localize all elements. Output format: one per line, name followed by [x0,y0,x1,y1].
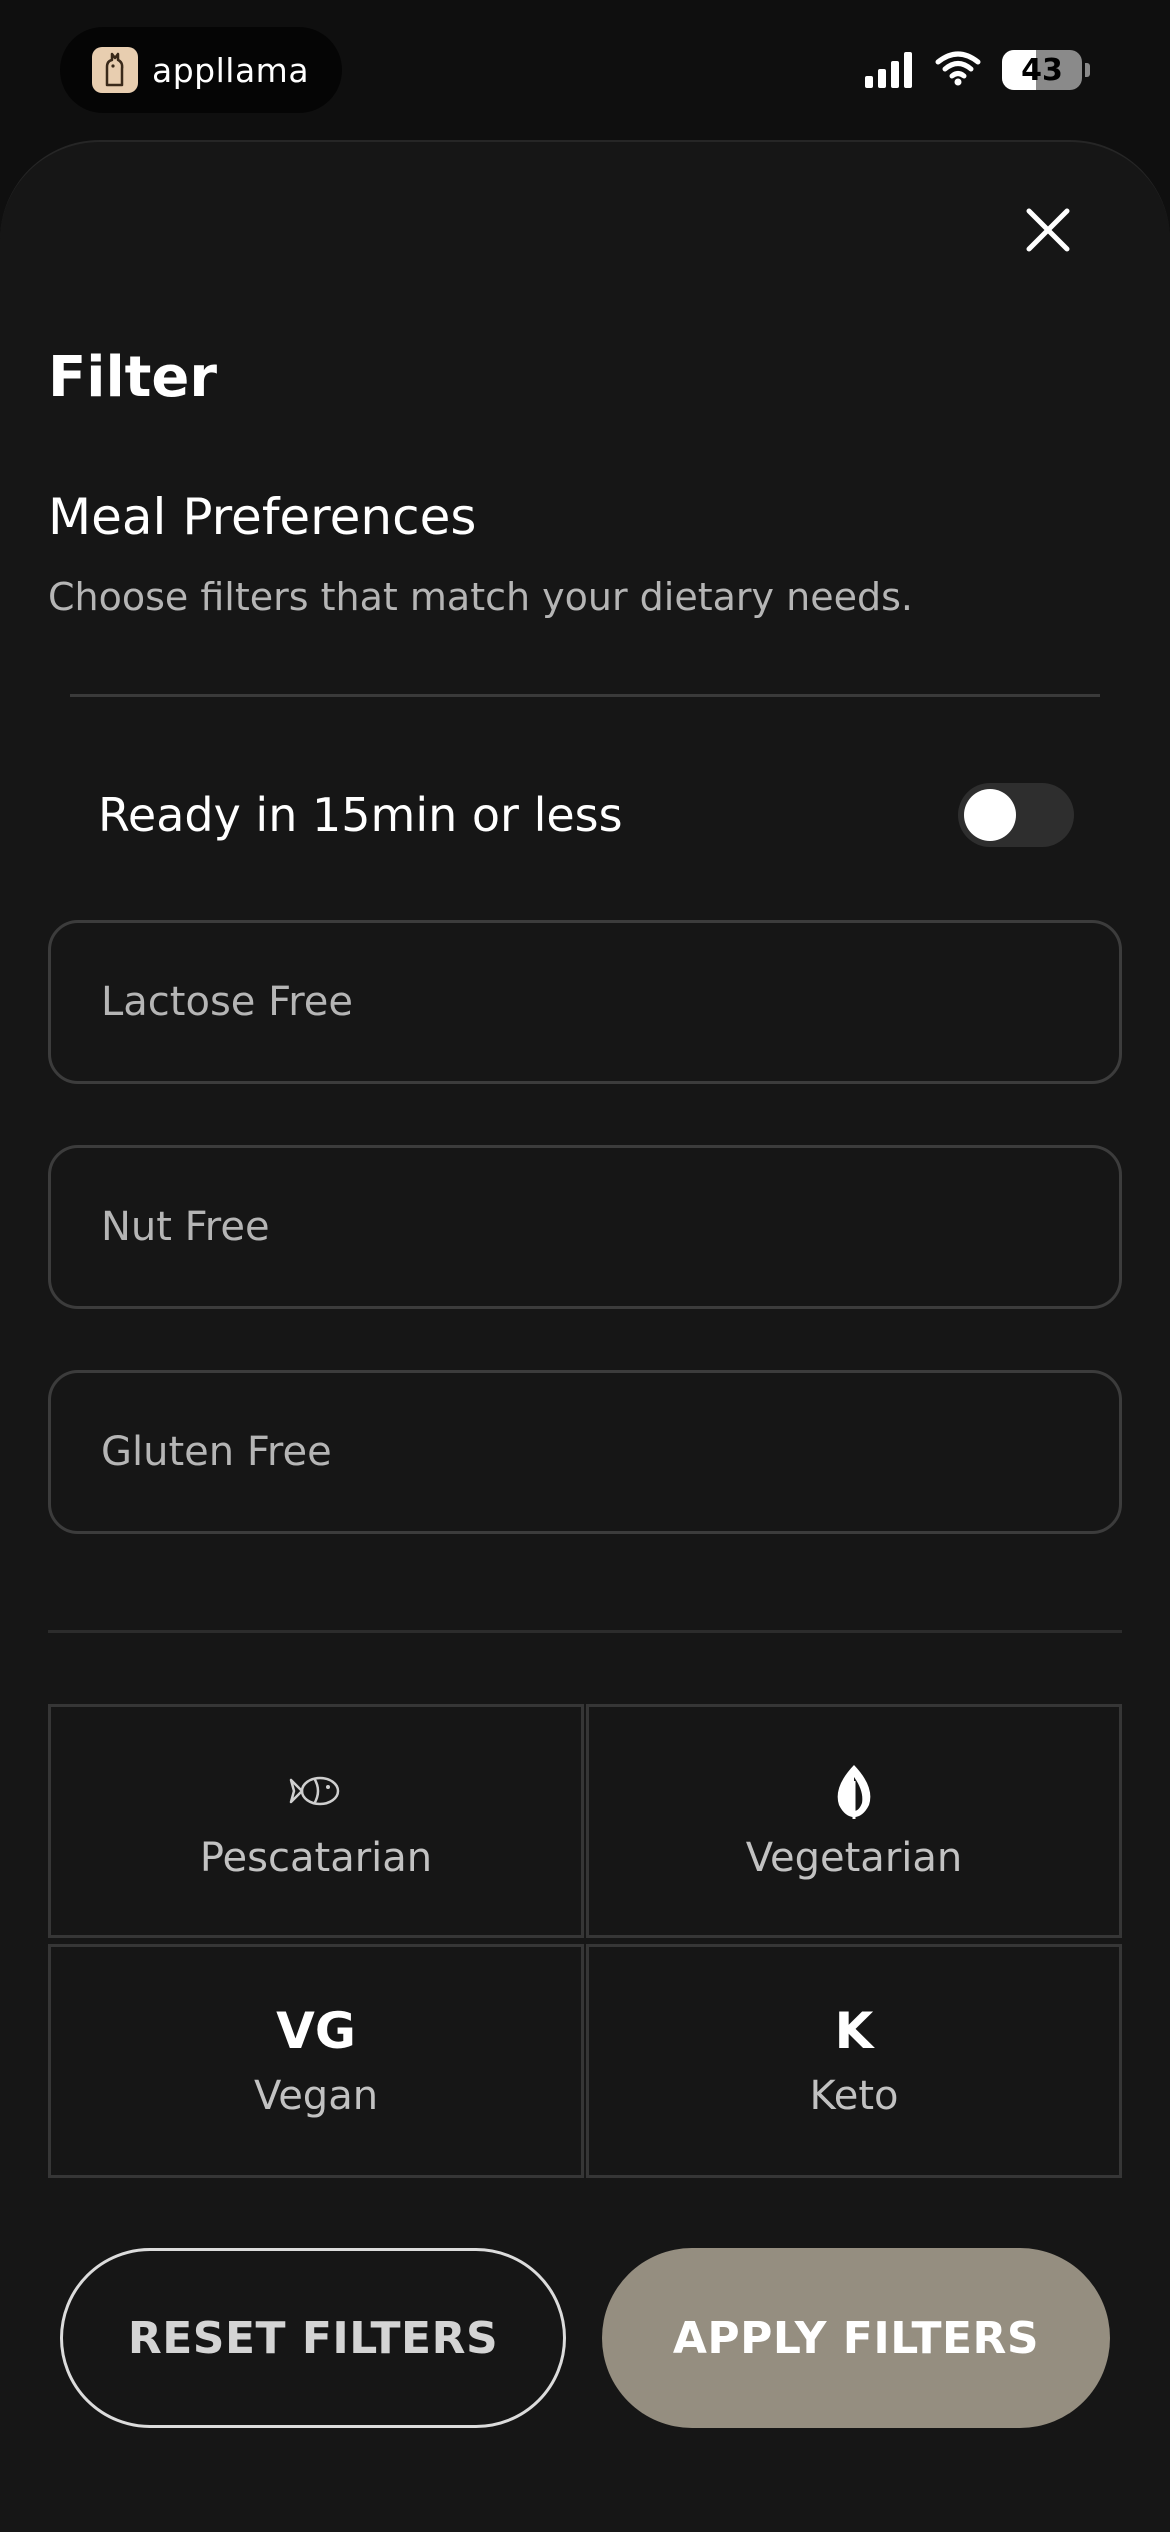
diet-tile-vegetarian[interactable]: Vegetarian [586,1704,1122,1938]
leaf-icon [829,1759,879,1823]
app-name: appllama [152,50,310,90]
option-label: Nut Free [101,1204,270,1250]
section-description: Choose filters that match your dietary n… [48,575,913,619]
keto-abbreviation: K [834,2002,874,2060]
divider [48,1630,1122,1633]
section-title: Meal Preferences [48,488,477,546]
option-label: Gluten Free [101,1429,332,1475]
status-icons: 43 [865,50,1090,90]
diet-label: Vegan [253,2073,379,2119]
close-button[interactable] [1018,200,1078,260]
reset-filters-button[interactable]: RESET FILTERS [60,2248,566,2428]
battery-icon: 43 [1002,50,1082,90]
battery-tip [1085,63,1090,77]
diet-grid: Pescatarian Vegetarian VG Vegan K Keto [48,1704,1122,2180]
option-lactose-free[interactable]: Lactose Free [48,920,1122,1084]
diet-tile-keto[interactable]: K Keto [586,1944,1122,2178]
fish-icon [286,1759,346,1823]
option-label: Lactose Free [101,979,353,1025]
close-icon [1026,208,1070,252]
diet-label: Vegetarian [745,1835,963,1881]
diet-label: Keto [809,2073,899,2119]
page-title: Filter [48,345,218,410]
toggle-label: Ready in 15min or less [98,788,623,842]
vegan-abbreviation: VG [276,2002,356,2060]
option-nut-free[interactable]: Nut Free [48,1145,1122,1309]
signal-icon [865,52,912,88]
option-gluten-free[interactable]: Gluten Free [48,1370,1122,1534]
battery-percentage: 43 [1021,52,1063,88]
diet-tile-vegan[interactable]: VG Vegan [48,1944,584,2178]
quick-meal-toggle-row: Ready in 15min or less [48,760,1122,870]
apply-filters-button[interactable]: APPLY FILTERS [602,2248,1110,2428]
diet-label: Pescatarian [199,1835,433,1881]
toggle-knob [964,789,1016,841]
divider [70,694,1100,697]
app-logo-icon [92,47,138,93]
app-indicator-pill[interactable]: appllama [60,27,342,113]
quick-meal-toggle[interactable] [958,783,1074,847]
status-bar: appllama 43 [0,0,1170,140]
diet-tile-pescatarian[interactable]: Pescatarian [48,1704,584,1938]
wifi-icon [934,50,982,90]
